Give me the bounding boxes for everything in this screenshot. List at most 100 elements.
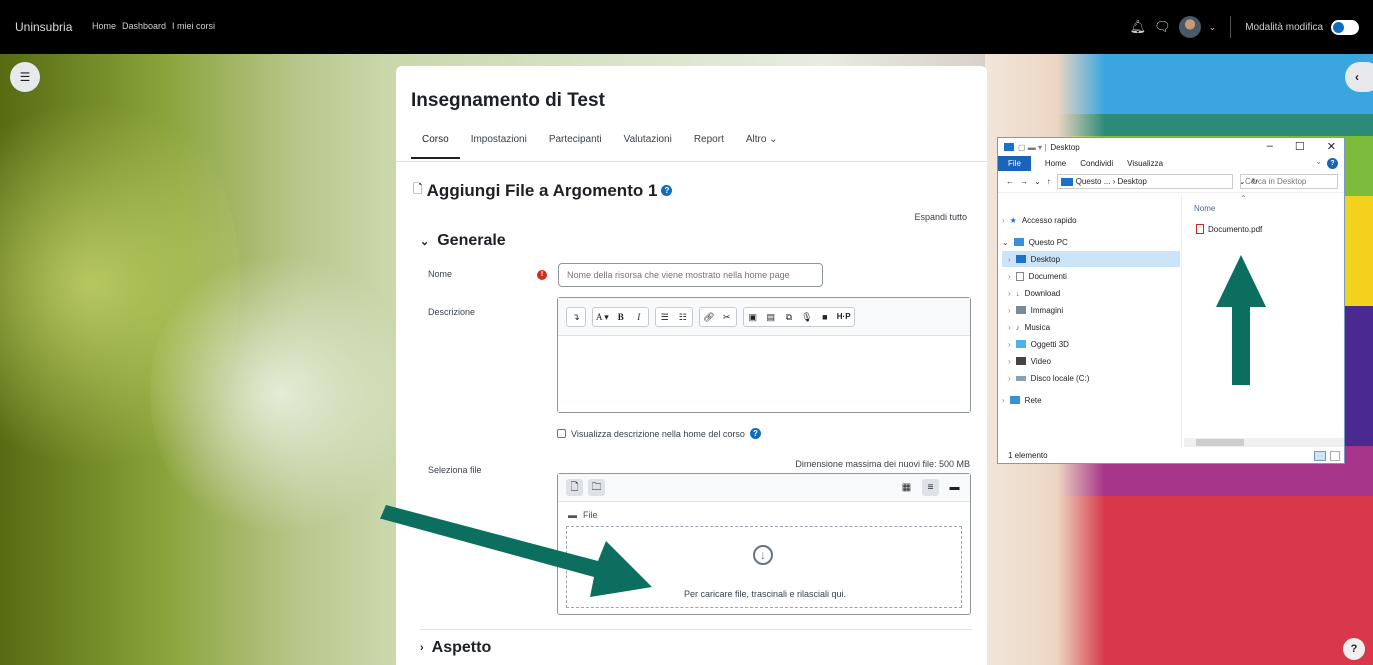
block-drawer-button[interactable]: ‹ bbox=[1345, 62, 1373, 92]
scrollbar-thumb[interactable] bbox=[1196, 439, 1244, 446]
show-description-option: Visualizza descrizione nella home del co… bbox=[557, 428, 761, 439]
chevron-right-icon: › bbox=[1002, 395, 1005, 405]
nav-item-desktop[interactable]: › Desktop bbox=[1002, 251, 1180, 267]
details-view-icon[interactable] bbox=[1314, 451, 1326, 461]
ribbon-expand-icon[interactable]: ⌄ bbox=[1315, 157, 1322, 166]
nav-item-pictures[interactable]: › Immagini bbox=[1002, 302, 1180, 318]
quick-access-toolbar-icon[interactable]: ▢ ▬ ▾ | bbox=[1018, 143, 1046, 152]
chevron-down-icon[interactable]: ⌄ bbox=[1209, 22, 1217, 33]
chevron-right-icon: › bbox=[1008, 254, 1011, 264]
annotation-arrow-diagonal bbox=[380, 505, 652, 597]
site-brand[interactable]: Uninsubria bbox=[15, 20, 72, 34]
section-aspetto-header[interactable]: › Aspetto bbox=[420, 639, 491, 657]
name-label: Nome bbox=[428, 269, 453, 279]
description-label: Descrizione bbox=[428, 307, 476, 317]
help-icon[interactable]: ? bbox=[749, 428, 761, 439]
grid-view-icon[interactable]: ▦ bbox=[898, 479, 915, 496]
nav-item-label: Desktop bbox=[1030, 254, 1061, 264]
nav-item-music[interactable]: › ♪ Musica bbox=[1002, 319, 1180, 335]
ribbon-tab-share[interactable]: Condividi bbox=[1080, 159, 1113, 168]
help-button[interactable]: ? bbox=[1343, 638, 1365, 660]
expand-all-link[interactable]: Espandi tutto bbox=[914, 212, 967, 222]
nav-link-home[interactable]: Home bbox=[92, 21, 116, 31]
h5p-icon[interactable]: H·P bbox=[834, 308, 854, 326]
new-folder-icon[interactable]: 🗀 bbox=[588, 479, 605, 496]
maximize-icon[interactable]: ☐ bbox=[1295, 140, 1305, 153]
minimize-icon[interactable]: – bbox=[1267, 140, 1273, 153]
tab-altro[interactable]: Altro ⌄ bbox=[735, 134, 789, 159]
description-textarea[interactable] bbox=[558, 336, 970, 412]
window-controls: – ☐ ✕ bbox=[1267, 140, 1336, 153]
nav-link-dashboard[interactable]: Dashboard bbox=[122, 21, 166, 31]
chevron-right-icon: › bbox=[1008, 322, 1011, 332]
annotation-arrow-up bbox=[1216, 255, 1266, 385]
ribbon-tab-file[interactable]: File bbox=[998, 156, 1031, 171]
horizontal-scrollbar[interactable] bbox=[1184, 438, 1344, 447]
nav-item-download[interactable]: › ↓ Download bbox=[1002, 285, 1180, 301]
help-icon[interactable]: ? bbox=[661, 185, 673, 196]
tab-impostazioni[interactable]: Impostazioni bbox=[460, 134, 538, 159]
close-icon[interactable]: ✕ bbox=[1327, 140, 1336, 153]
name-input[interactable] bbox=[558, 263, 823, 287]
avatar[interactable] bbox=[1178, 16, 1201, 38]
pictures-icon bbox=[1015, 306, 1026, 314]
image-icon[interactable]: ▣ bbox=[744, 308, 762, 326]
nav-item-local-disk[interactable]: › Disco locale (C:) bbox=[1002, 370, 1180, 386]
manage-files-icon[interactable]: ⧉ bbox=[780, 308, 798, 326]
toolbar-group: ▣ ▤ ⧉ 🎙︎ ■ H·P bbox=[742, 306, 855, 327]
chevron-right-icon: › bbox=[420, 642, 424, 654]
tab-report[interactable]: Report bbox=[683, 134, 735, 159]
nav-item-3d-objects[interactable]: › Oggetti 3D bbox=[1002, 336, 1180, 352]
forward-icon[interactable]: → bbox=[1020, 177, 1028, 186]
star-icon: ★ bbox=[1009, 215, 1017, 225]
nav-item-network[interactable]: › Rete bbox=[1002, 392, 1180, 408]
recent-locations-icon[interactable]: ⌄ bbox=[1034, 177, 1041, 186]
unlink-icon[interactable]: ✂ bbox=[718, 308, 736, 326]
bell-icon[interactable]: 🔔︎ bbox=[1130, 19, 1147, 35]
nav-item-label: Disco locale (C:) bbox=[1030, 373, 1090, 383]
nav-item-quick-access[interactable]: › ★ Accesso rapido bbox=[1002, 212, 1180, 228]
tree-view-icon[interactable]: ▬ bbox=[946, 479, 963, 496]
3d-objects-icon bbox=[1015, 340, 1026, 348]
explorer-address-row: ← → ⌄ ↑ Questo ... › Desktop ⌄ ↻ Cerca i… bbox=[998, 171, 1344, 193]
nav-item-documents[interactable]: › Documenti bbox=[1002, 268, 1180, 284]
desktop-folder-icon bbox=[1015, 255, 1026, 263]
computer-icon bbox=[1013, 238, 1024, 246]
file-item[interactable]: Documento.pdf bbox=[1196, 224, 1262, 234]
add-file-icon[interactable]: 🗋 bbox=[566, 479, 583, 496]
list-view-icon[interactable]: ≡ bbox=[922, 479, 939, 496]
nav-item-video[interactable]: › Video bbox=[1002, 353, 1180, 369]
tab-partecipanti[interactable]: Partecipanti bbox=[538, 134, 613, 159]
video-camera-icon[interactable]: ■ bbox=[816, 308, 834, 326]
up-icon[interactable]: ↑ bbox=[1047, 177, 1051, 186]
section-generale-header[interactable]: ⌄ Generale bbox=[420, 232, 506, 250]
column-header-name[interactable]: Nome bbox=[1194, 204, 1215, 213]
nav-item-this-pc[interactable]: ⌄ Questo PC bbox=[1002, 234, 1180, 250]
tab-corso[interactable]: Corso bbox=[411, 134, 460, 159]
paragraph-style-icon[interactable]: A ▾ bbox=[593, 308, 612, 326]
explorer-search-input[interactable]: Cerca in Desktop bbox=[1240, 174, 1338, 189]
course-index-button[interactable]: ☰ bbox=[10, 62, 40, 92]
music-icon: ♪ bbox=[1015, 322, 1020, 332]
ribbon-tab-home[interactable]: Home bbox=[1045, 159, 1066, 168]
ribbon-help-icon[interactable]: ? bbox=[1327, 158, 1338, 169]
large-icons-view-icon[interactable] bbox=[1330, 451, 1340, 461]
tab-valutazioni[interactable]: Valutazioni bbox=[613, 134, 683, 159]
ribbon-tab-view[interactable]: Visualizza bbox=[1127, 159, 1163, 168]
nav-item-label: Musica bbox=[1024, 322, 1051, 332]
show-more-icon[interactable]: ↴ bbox=[567, 308, 585, 326]
italic-icon[interactable]: I bbox=[630, 308, 648, 326]
chat-bubble-icon[interactable]: 🗨︎ bbox=[1154, 19, 1171, 35]
media-icon[interactable]: ▤ bbox=[762, 308, 780, 326]
ordered-list-icon[interactable]: ☷ bbox=[674, 308, 692, 326]
bold-icon[interactable]: B bbox=[612, 308, 630, 326]
unordered-list-icon[interactable]: ☰ bbox=[656, 308, 674, 326]
edit-mode-toggle[interactable] bbox=[1331, 19, 1359, 35]
show-description-checkbox[interactable] bbox=[557, 429, 566, 438]
nav-item-label: Accesso rapido bbox=[1021, 215, 1077, 225]
address-bar[interactable]: Questo ... › Desktop bbox=[1056, 174, 1233, 189]
link-icon[interactable]: 🔗︎ bbox=[700, 308, 718, 326]
back-icon[interactable]: ← bbox=[1006, 177, 1014, 186]
nav-link-my-courses[interactable]: I miei corsi bbox=[172, 21, 215, 31]
microphone-icon[interactable]: 🎙︎ bbox=[798, 308, 816, 326]
